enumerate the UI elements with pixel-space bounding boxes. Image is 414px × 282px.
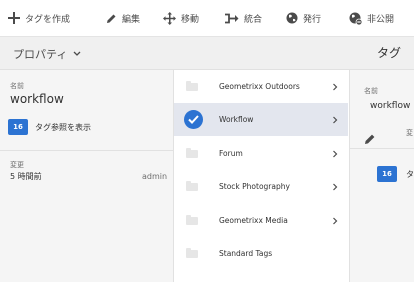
properties-label: プロパティ — [13, 47, 68, 61]
merge-button[interactable]: 統合 — [225, 0, 262, 37]
tag-row[interactable]: Geometrixx Outdoors — [174, 70, 348, 103]
pencil-icon[interactable] — [364, 133, 376, 145]
preview-references-badge: 16 — [377, 166, 397, 182]
tag-label: Stock Photography — [219, 182, 290, 191]
edit-label: 編集 — [122, 14, 141, 25]
tag-preview-panel: 名前 workflow 変 16 タ — [349, 70, 414, 282]
move-button[interactable]: 移動 — [163, 0, 199, 37]
globe-off-icon — [349, 12, 362, 25]
tag-label: Geometrixx Outdoors — [219, 82, 300, 91]
edit-button[interactable]: 編集 — [106, 0, 140, 37]
action-toolbar: タグを作成 編集 移動 統合 発行 非公開 — [0, 0, 414, 37]
chevron-right-icon — [333, 116, 338, 123]
preview-change-label: 変 — [406, 129, 413, 137]
header-bar: プロパティ タグ — [0, 37, 414, 70]
chevron-right-icon — [333, 150, 338, 157]
properties-panel: 名前 workflow 16 タグ参照を表示 変更 5 時間前 admin — [0, 70, 174, 282]
chevron-right-icon — [333, 83, 338, 90]
unpublish-label: 非公開 — [367, 14, 395, 25]
pencil-icon — [107, 14, 116, 23]
preview-name-value: workflow — [370, 101, 411, 111]
tag-row[interactable]: Stock Photography — [174, 170, 348, 203]
chevron-right-icon — [333, 183, 338, 190]
tag-column-view: Geometrixx Outdoors Workflow Forum Stock… — [174, 70, 348, 282]
create-tag-label: タグを作成 — [25, 14, 71, 25]
tag-label: Forum — [219, 149, 243, 158]
modified-by: admin — [142, 172, 168, 181]
chevron-right-icon — [333, 217, 338, 224]
modified-label: 変更 — [10, 161, 24, 169]
folder-icon — [186, 148, 198, 158]
publish-button[interactable]: 発行 — [286, 0, 321, 37]
tag-row[interactable]: Forum — [174, 137, 348, 170]
references-count-badge: 16 — [8, 119, 28, 135]
plus-icon — [8, 12, 20, 24]
preview-name-label: 名前 — [364, 87, 378, 95]
modified-time: 5 時間前 — [10, 172, 42, 181]
view-references-link[interactable]: タグ参照を表示 — [35, 122, 91, 133]
merge-icon — [225, 13, 239, 23]
preview-references-text[interactable]: タ — [406, 169, 414, 180]
tag-label: Geometrixx Media — [219, 216, 288, 225]
name-value: workflow — [10, 92, 64, 106]
folder-icon — [186, 215, 198, 225]
divider — [0, 150, 174, 151]
move-arrows-icon — [163, 11, 176, 25]
merge-label: 統合 — [244, 14, 263, 25]
panel-title: タグ — [377, 46, 402, 60]
chevron-down-icon — [73, 51, 81, 56]
folder-icon — [186, 181, 198, 191]
folder-icon — [186, 81, 198, 91]
globe-icon — [286, 12, 298, 24]
folder-icon — [186, 248, 198, 258]
name-label: 名前 — [10, 82, 24, 90]
divider — [350, 148, 414, 149]
properties-dropdown[interactable]: プロパティ — [13, 37, 81, 70]
tag-label: Standard Tags — [219, 249, 273, 258]
tag-row[interactable]: Standard Tags — [174, 237, 348, 270]
publish-label: 発行 — [303, 14, 322, 25]
move-label: 移動 — [181, 14, 200, 25]
create-tag-button[interactable]: タグを作成 — [8, 0, 70, 37]
selected-check-icon[interactable] — [184, 110, 203, 129]
tag-row-selected[interactable]: Workflow — [174, 103, 348, 136]
tag-row[interactable]: Geometrixx Media — [174, 204, 348, 237]
tag-label: Workflow — [219, 115, 254, 124]
unpublish-button[interactable]: 非公開 — [349, 0, 394, 37]
